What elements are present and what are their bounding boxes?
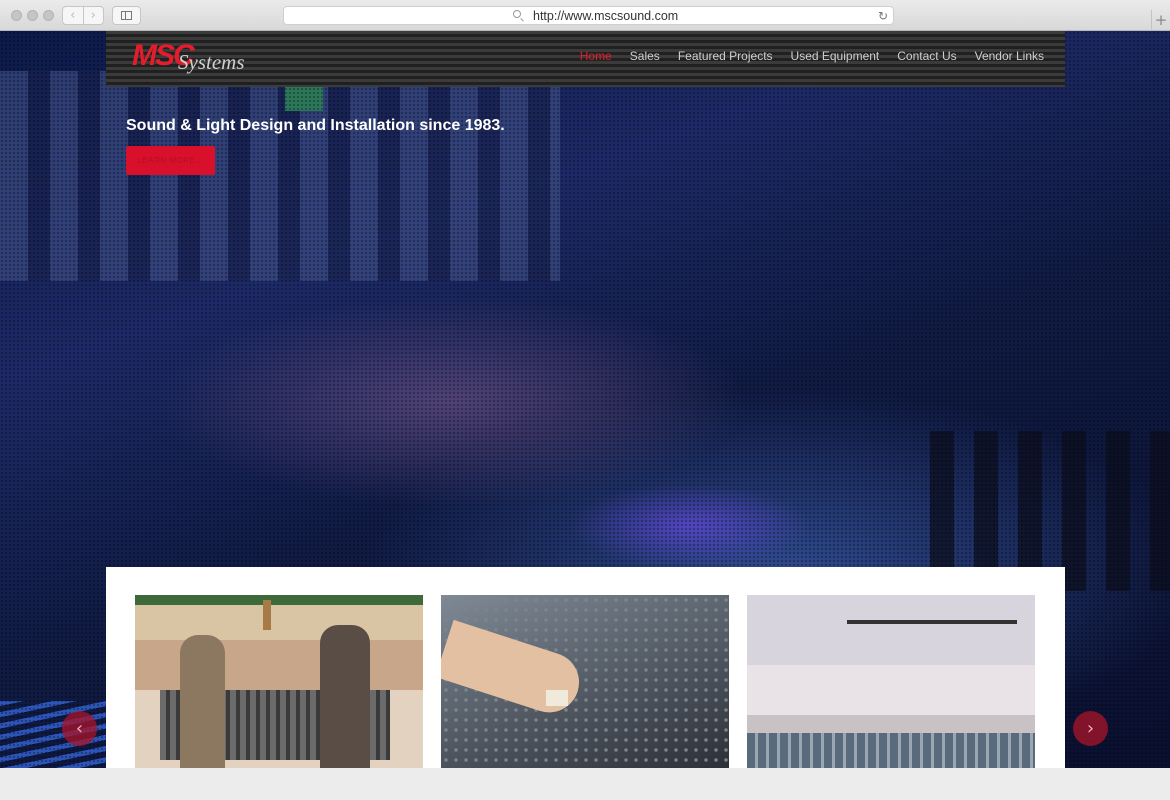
sidebar-toggle-button[interactable]	[112, 6, 141, 25]
hero-title: Sound & Light Design and Installation si…	[126, 117, 505, 134]
nav-item-vendor-links[interactable]: Vendor Links	[975, 48, 1044, 64]
forward-icon[interactable]: ›	[84, 7, 104, 24]
person-shape	[320, 625, 370, 768]
nav-item-contact-us[interactable]: Contact Us	[897, 48, 956, 64]
nav-item-sales[interactable]: Sales	[630, 48, 660, 64]
address-bar[interactable]: http://www.mscsound.com ↻	[283, 6, 894, 25]
new-tab-icon[interactable]: +	[1151, 10, 1170, 31]
close-window-button[interactable]	[11, 10, 22, 21]
history-buttons: ‹ ›	[62, 6, 104, 25]
slider-prev-icon[interactable]: ‹	[62, 711, 97, 746]
fader-cap-shape	[546, 690, 568, 706]
nav-item-home[interactable]: Home	[580, 48, 612, 64]
reload-icon[interactable]: ↻	[878, 7, 888, 25]
thumbnail-mixer-fader[interactable]	[441, 595, 729, 768]
zoom-window-button[interactable]	[43, 10, 54, 21]
slider-next-icon[interactable]: ›	[1073, 711, 1108, 746]
browser-toolbar: ‹ › http://www.mscsound.com ↻ +	[0, 0, 1170, 31]
nav-item-featured-projects[interactable]: Featured Projects	[678, 48, 773, 64]
page-bottom-strip	[0, 768, 1170, 800]
person-shape	[180, 635, 225, 768]
sidebar-icon	[121, 11, 132, 20]
main-nav: Home Sales Featured Projects Used Equipm…	[580, 48, 1044, 64]
url-text: http://www.mscsound.com	[533, 9, 679, 23]
pews-shape	[747, 733, 1035, 768]
thumbnail-church-console[interactable]	[135, 595, 423, 768]
hero-section: MSC Systems Home Sales Featured Projects…	[0, 31, 1170, 768]
site-header: MSC Systems Home Sales Featured Projects…	[106, 31, 1065, 87]
search-icon	[513, 10, 521, 18]
cross-shape	[263, 600, 271, 630]
learn-more-button[interactable]: LEARN MORE...	[126, 146, 215, 175]
featured-panel	[106, 567, 1065, 768]
nav-item-used-equipment[interactable]: Used Equipment	[791, 48, 880, 64]
minimize-window-button[interactable]	[27, 10, 38, 21]
site-logo-script[interactable]: Systems	[178, 49, 245, 75]
light-truss-shape	[847, 620, 1017, 624]
back-icon[interactable]: ‹	[63, 7, 84, 24]
thumbnail-sanctuary-lighting[interactable]	[747, 595, 1035, 768]
